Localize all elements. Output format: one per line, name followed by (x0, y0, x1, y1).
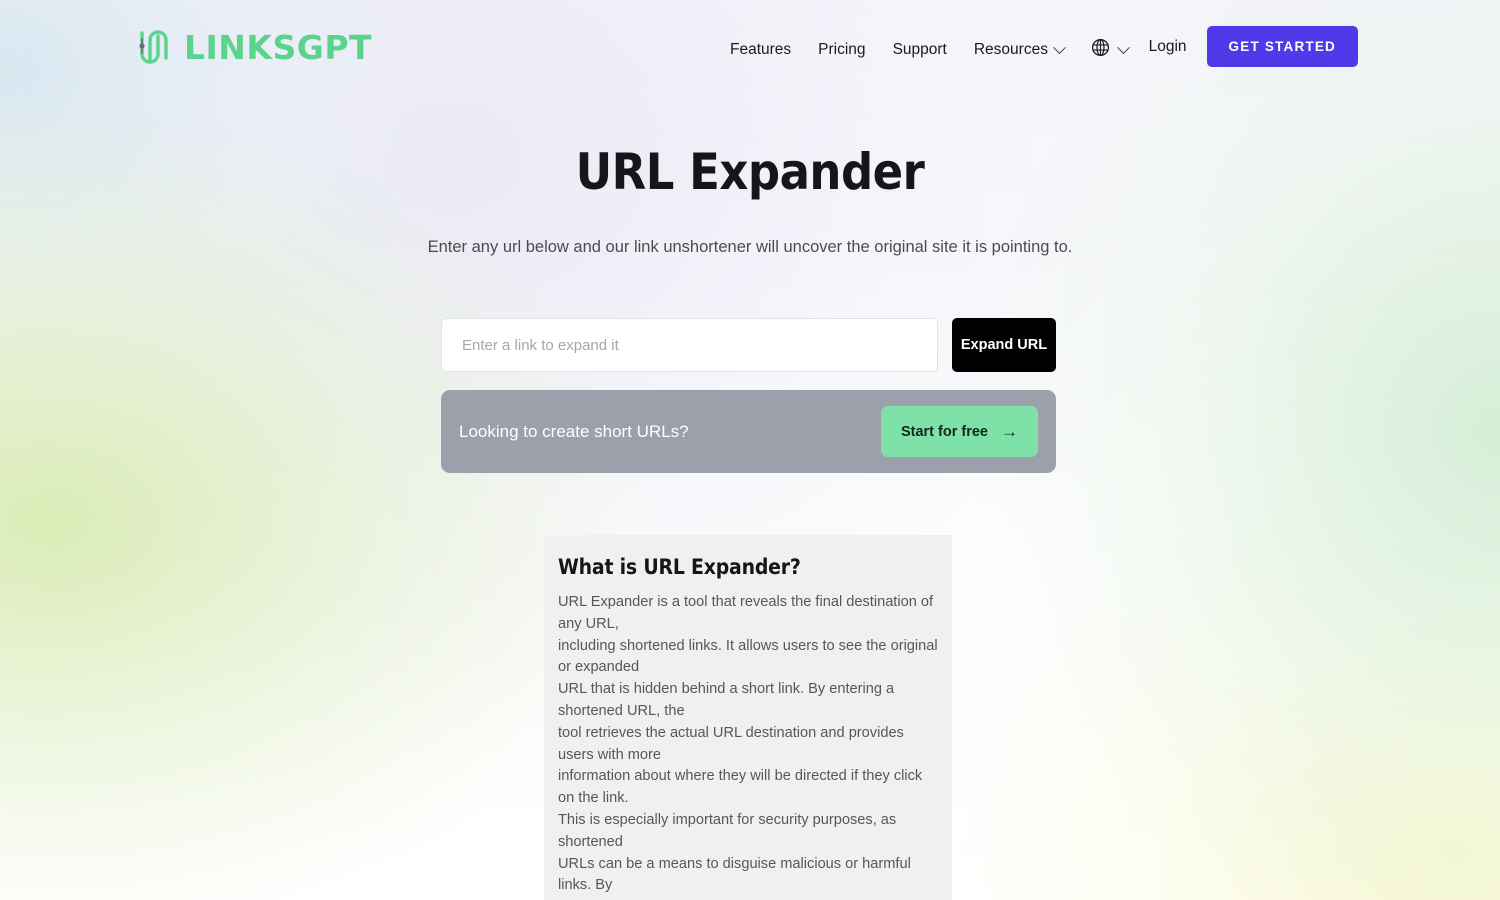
expand-url-button[interactable]: Expand URL (952, 318, 1056, 372)
nav-item-support[interactable]: Support (893, 41, 947, 59)
language-selector[interactable] (1091, 38, 1130, 62)
info-card: What is URL Expander? URL Expander is a … (544, 535, 952, 900)
brand-name: LINKSGPT (184, 27, 373, 67)
info-card-title: What is URL Expander? (558, 555, 801, 579)
header-actions: Login GET STARTED (1149, 26, 1358, 67)
url-expander-form: Expand URL (441, 318, 1056, 372)
nav-item-resources[interactable]: Resources (973, 40, 1066, 59)
nav-item-features[interactable]: Features (730, 41, 791, 59)
main-nav: Features Pricing Support Resources (730, 38, 1130, 62)
page-subtitle: Enter any url below and our link unshort… (427, 238, 1073, 256)
start-for-free-button[interactable]: Start for free → (880, 406, 1038, 457)
info-card-body: URL Expander is a tool that reveals the … (558, 594, 938, 900)
login-link[interactable]: Login (1149, 38, 1187, 56)
start-for-free-label: Start for free (900, 423, 988, 440)
nav-label: Features (730, 41, 792, 58)
page-title: URL Expander (575, 143, 925, 201)
site-header: LINKSGPT Features Pricing Support Resour… (0, 0, 1500, 97)
chevron-down-icon (1117, 40, 1130, 54)
nav-item-pricing[interactable]: Pricing (818, 41, 865, 59)
promo-banner: Looking to create short URLs? Start for … (441, 390, 1056, 473)
brand-logo[interactable]: LINKSGPT (133, 24, 372, 70)
page-root: LINKSGPT Features Pricing Support Resour… (0, 0, 1500, 900)
nav-label: Support (892, 41, 947, 58)
promo-text: Looking to create short URLs? (459, 421, 689, 441)
url-input[interactable] (441, 318, 938, 372)
arrow-right-icon: → (1001, 422, 1018, 441)
globe-icon (1091, 38, 1110, 62)
get-started-button[interactable]: GET STARTED (1206, 26, 1358, 67)
nav-label: Pricing (818, 41, 866, 58)
link-paperclip-icon (133, 24, 175, 70)
nav-label: Resources (973, 41, 1048, 58)
chevron-down-icon (1053, 40, 1066, 54)
